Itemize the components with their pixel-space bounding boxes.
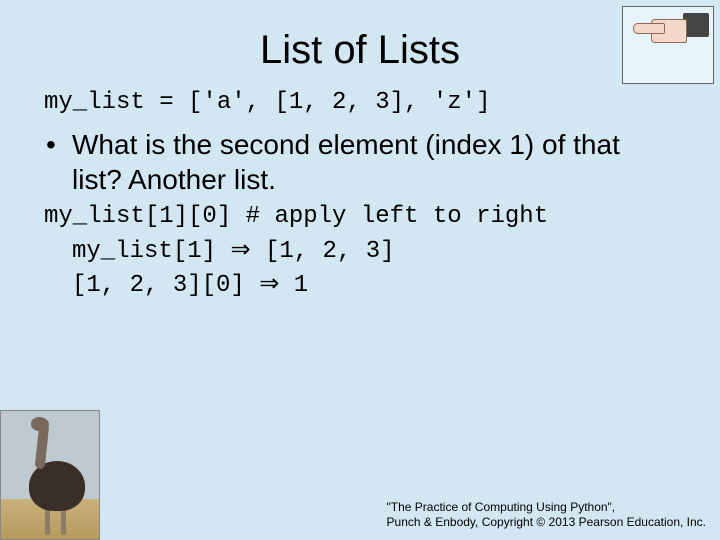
arrow-icon: ⇒ xyxy=(230,236,250,263)
code-expr-2b: [1, 2, 3] xyxy=(251,238,395,265)
code-line-2: my_list[1] ⇒ [1, 2, 3] xyxy=(44,234,676,268)
slide: List of Lists my_list = ['a', [1, 2, 3],… xyxy=(0,0,720,540)
code-expr-1: my_list[1][0] xyxy=(44,203,246,230)
ostrich-image xyxy=(0,410,100,540)
code-comment: # apply left to right xyxy=(246,203,548,230)
slide-body: my_list = ['a', [1, 2, 3], 'z'] • What i… xyxy=(0,83,720,303)
bullet-item: • What is the second element (index 1) o… xyxy=(44,127,676,197)
bullet-dot: • xyxy=(44,127,72,197)
pointing-hand-image xyxy=(622,6,714,84)
credit-line-1: "The Practice of Computing Using Python"… xyxy=(387,500,706,515)
bullet-text: What is the second element (index 1) of … xyxy=(72,127,676,197)
code-line-3: [1, 2, 3][0] ⇒ 1 xyxy=(44,268,676,302)
code-expr-2a: my_list[1] xyxy=(72,238,230,265)
credit-line-2: Punch & Enbody, Copyright © 2013 Pearson… xyxy=(387,515,706,530)
code-declaration: my_list = ['a', [1, 2, 3], 'z'] xyxy=(44,87,676,119)
arrow-icon: ⇒ xyxy=(259,270,279,297)
code-line-1: my_list[1][0] # apply left to right xyxy=(44,201,676,233)
credit-block: "The Practice of Computing Using Python"… xyxy=(387,500,706,530)
slide-title: List of Lists xyxy=(0,0,720,83)
code-expr-3a: [1, 2, 3][0] xyxy=(72,272,259,299)
code-expr-3b: 1 xyxy=(279,272,308,299)
